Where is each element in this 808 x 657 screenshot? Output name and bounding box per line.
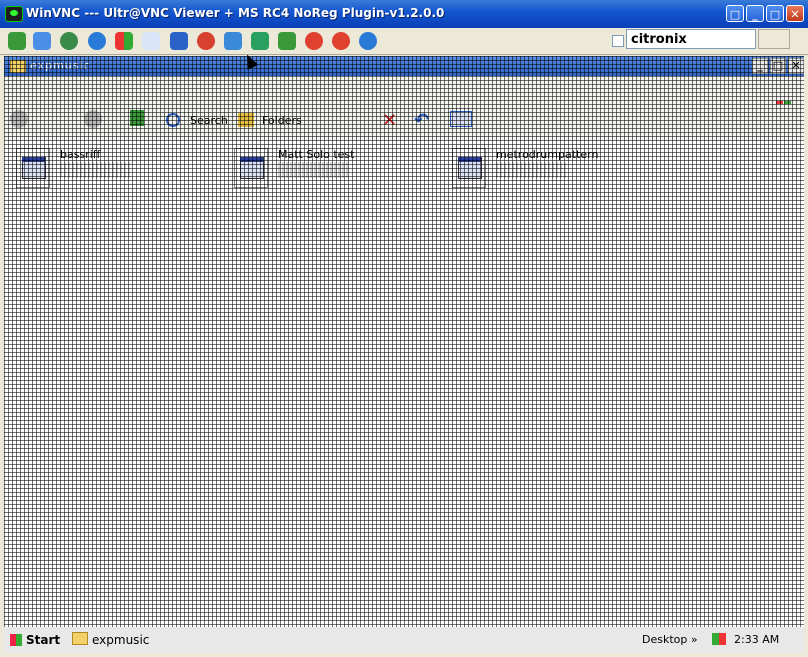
search-button[interactable]: Search bbox=[166, 110, 228, 132]
minimize-button[interactable]: _ bbox=[746, 5, 764, 22]
up-folder-icon[interactable] bbox=[130, 110, 150, 132]
search-icon bbox=[166, 113, 180, 127]
views-button[interactable] bbox=[450, 110, 480, 132]
info-icon[interactable] bbox=[168, 30, 190, 52]
remote-taskbar: Start expmusic Desktop » 2:33 AM bbox=[4, 627, 804, 653]
desktop-toolbar[interactable]: Desktop » bbox=[642, 630, 698, 650]
file-name: metrodrumpattern bbox=[496, 148, 599, 161]
file-transfer-icon[interactable] bbox=[222, 30, 244, 52]
remote-maximize-button[interactable]: □ bbox=[770, 58, 786, 74]
taskbar-item-label: expmusic bbox=[92, 633, 150, 647]
audio-file-icon bbox=[234, 148, 268, 188]
file-meta bbox=[278, 162, 348, 178]
target-icon[interactable] bbox=[303, 30, 325, 52]
connect-icon[interactable] bbox=[6, 30, 28, 52]
folder-icon bbox=[72, 632, 88, 645]
file-name: Matt Solo test bbox=[278, 148, 355, 161]
file-item-matt-solo-test[interactable]: Matt Solo test bbox=[234, 148, 434, 198]
title-bar[interactable]: WinVNC --- Ultr@VNC Viewer + MS RC4 NoRe… bbox=[0, 0, 808, 28]
remote-close-button[interactable]: ✕ bbox=[788, 58, 804, 74]
clock-label: 2:33 AM bbox=[734, 633, 780, 646]
file-meta bbox=[496, 162, 566, 178]
folders-button[interactable]: Folders bbox=[238, 110, 302, 132]
tray-clock[interactable]: 2:33 AM bbox=[712, 630, 779, 650]
delete-icon[interactable]: ✕ bbox=[382, 110, 404, 132]
views-icon bbox=[450, 111, 472, 127]
window-title: WinVNC --- Ultr@VNC Viewer + MS RC4 NoRe… bbox=[26, 6, 445, 20]
remote-screen[interactable]: expmusic _ □ ✕ Search Folders ✕ ↶ bassri… bbox=[4, 56, 804, 653]
view-only-checkbox[interactable] bbox=[612, 35, 624, 47]
start-label: Start bbox=[26, 633, 61, 647]
file-item-bassriff[interactable]: bassriff bbox=[16, 148, 216, 198]
remote-minimize-button[interactable]: _ bbox=[752, 58, 768, 74]
remote-explorer-title-bar[interactable]: expmusic _ □ ✕ bbox=[4, 56, 804, 76]
vnc-viewer-window: WinVNC --- Ultr@VNC Viewer + MS RC4 NoRe… bbox=[0, 0, 808, 657]
file-list: bassriff Matt Solo test metrodrumpattern bbox=[4, 140, 804, 633]
file-meta bbox=[60, 162, 130, 178]
folder-icon bbox=[10, 60, 26, 73]
file-item-metrodrumpattern[interactable]: metrodrumpattern bbox=[452, 148, 652, 198]
sync-icon[interactable] bbox=[86, 30, 108, 52]
tools-icon[interactable] bbox=[249, 30, 271, 52]
close-button[interactable]: ✕ bbox=[786, 5, 804, 22]
remote-menu-bar bbox=[4, 76, 804, 116]
host-dropdown-button[interactable] bbox=[758, 29, 790, 49]
search-label: Search bbox=[190, 114, 228, 127]
windows-icon[interactable] bbox=[113, 30, 135, 52]
maximize-button[interactable]: □ bbox=[766, 5, 784, 22]
remote-explorer-title: expmusic bbox=[30, 59, 91, 72]
folders-label: Folders bbox=[262, 114, 302, 127]
text-abc-icon[interactable] bbox=[140, 30, 162, 52]
back-button[interactable] bbox=[10, 110, 32, 132]
taskbar-item-expmusic[interactable]: expmusic bbox=[68, 630, 208, 650]
windows-flag-icon bbox=[10, 634, 22, 646]
chat-icon[interactable] bbox=[357, 30, 379, 52]
desktop-label: Desktop bbox=[642, 633, 688, 646]
folders-icon bbox=[238, 113, 254, 127]
file-name: bassriff bbox=[60, 148, 101, 161]
stop-icon[interactable] bbox=[195, 30, 217, 52]
host-field[interactable] bbox=[626, 29, 756, 49]
undo-icon[interactable]: ↶ bbox=[414, 110, 436, 132]
swap-icon[interactable] bbox=[276, 30, 298, 52]
refresh-icon[interactable] bbox=[58, 30, 80, 52]
start-button[interactable]: Start bbox=[6, 630, 62, 650]
audio-file-icon bbox=[452, 148, 486, 188]
target-alt-icon[interactable] bbox=[330, 30, 352, 52]
menu-button[interactable]: □ bbox=[726, 5, 744, 22]
forward-button[interactable] bbox=[84, 110, 106, 132]
tray-icon bbox=[712, 633, 726, 645]
audio-file-icon bbox=[16, 148, 50, 188]
vnc-eye-icon[interactable] bbox=[5, 6, 23, 22]
remote-explorer-toolbar: Search Folders ✕ ↶ bbox=[4, 104, 804, 140]
fullscreen-icon[interactable] bbox=[31, 30, 53, 52]
